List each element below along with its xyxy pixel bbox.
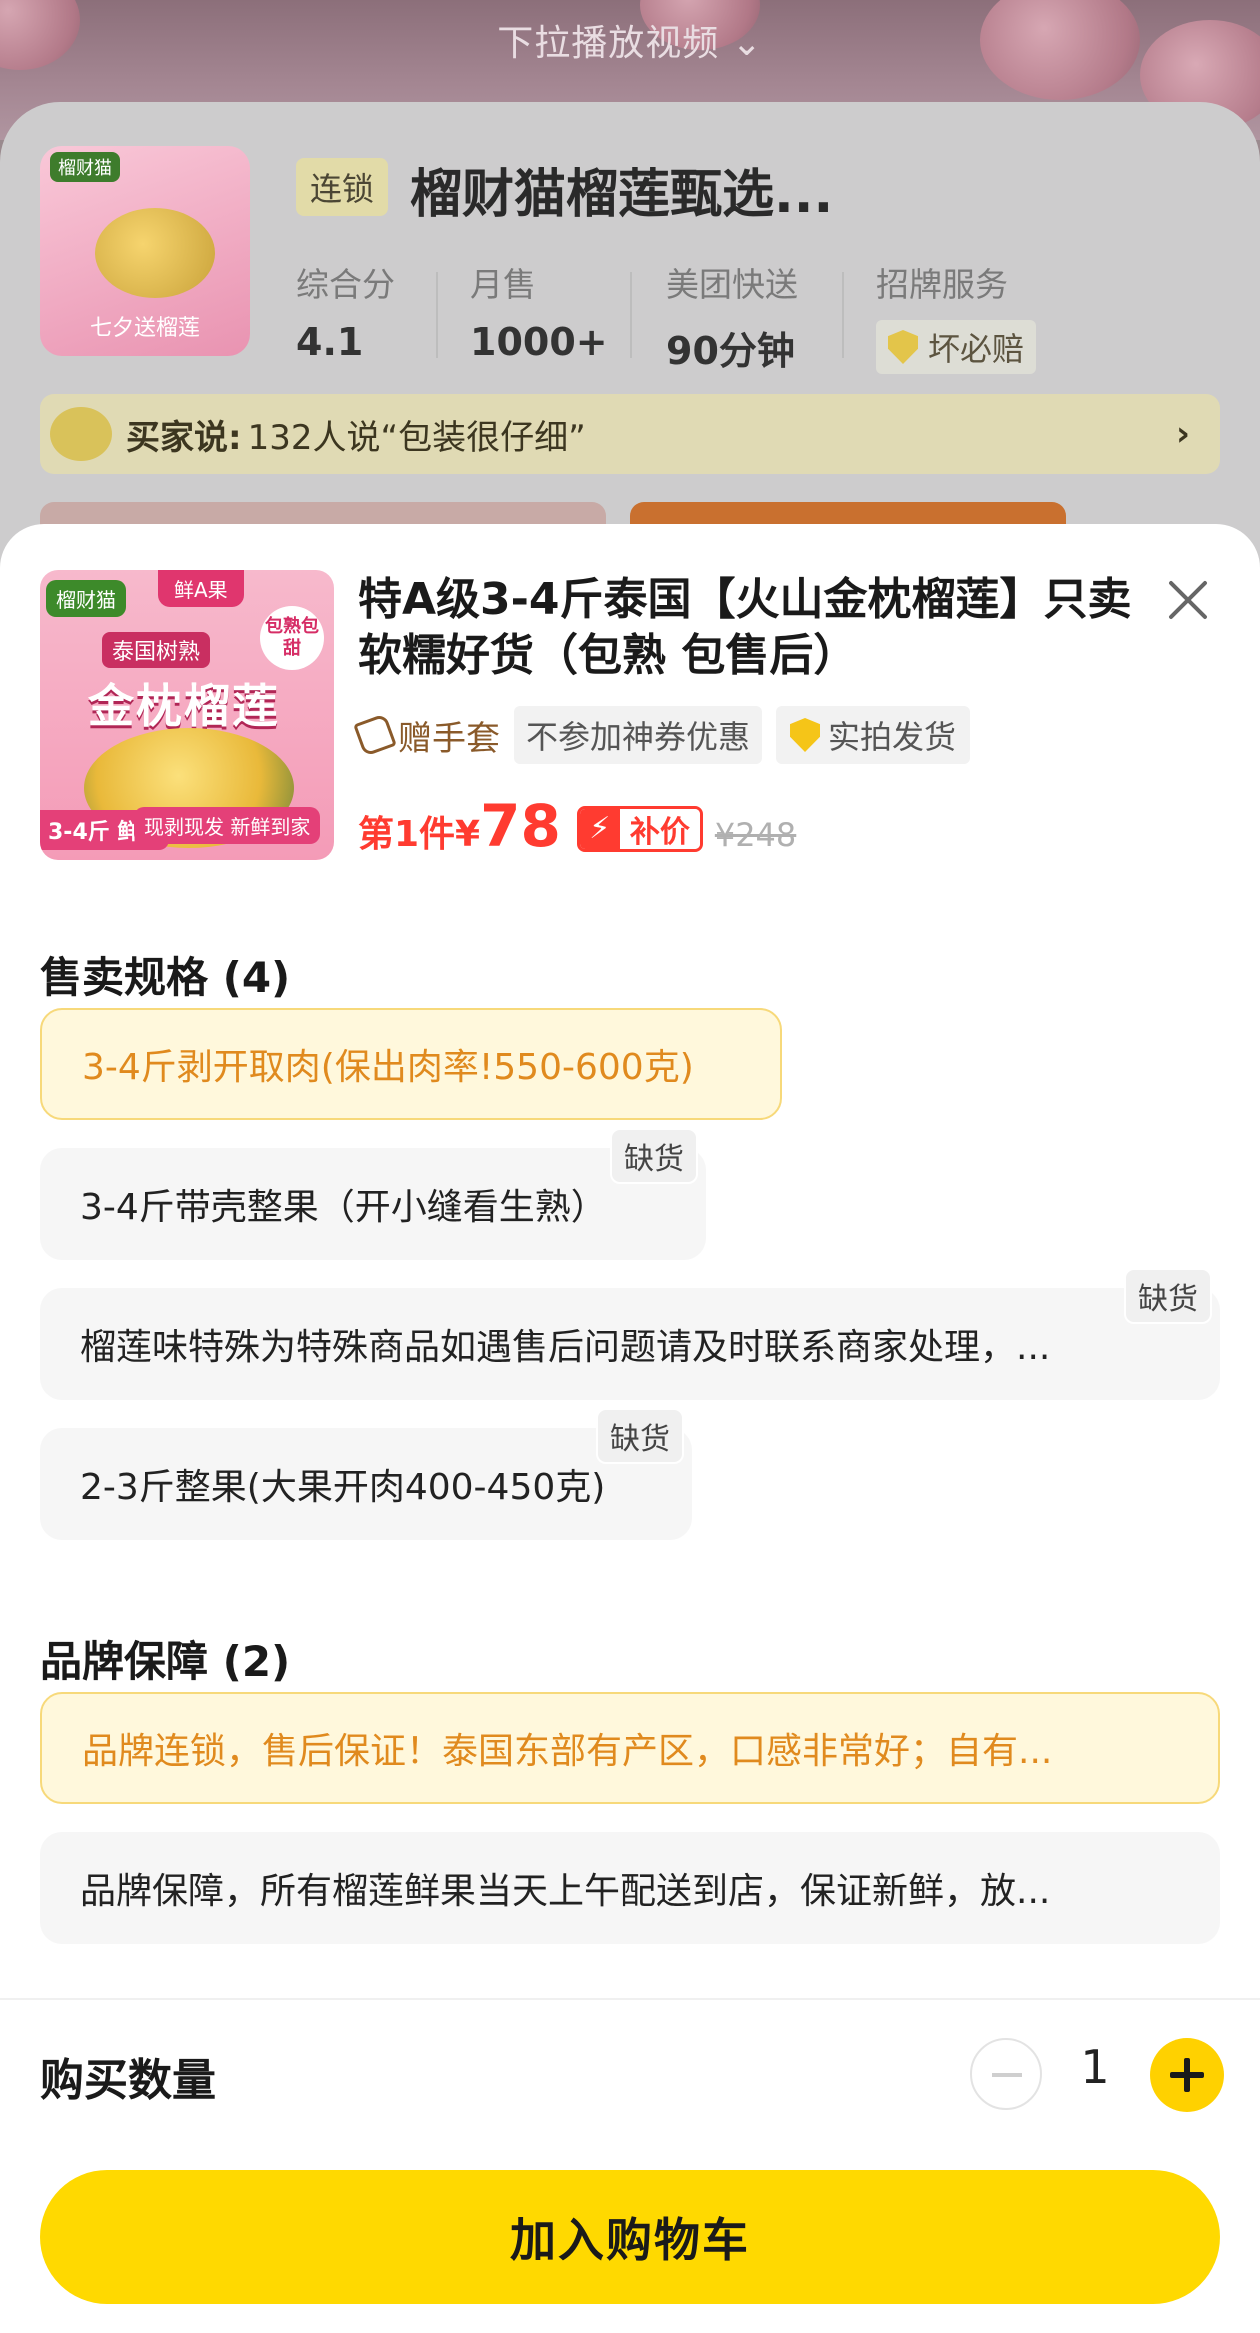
stat-label: 招牌服务 — [876, 265, 1008, 304]
store-logo[interactable]: 榴财猫 七夕送榴莲 — [40, 146, 250, 356]
spec-option-label: 榴莲味特殊为特殊商品如遇售后问题请及时联系商家处理，... — [80, 1327, 1051, 1368]
logo-brand: 榴财猫 — [50, 152, 120, 182]
spec-selection-sheet: 榴财猫 鲜A果 泰国树熟 包熟包甜 金枕榴莲 3-4斤 鲜果 现剥现发 新鲜到家… — [0, 524, 1260, 2333]
image-subtitle: 泰国树熟 — [102, 632, 211, 668]
spec-option[interactable]: 3-4斤带壳整果（开小缝看生熟） 缺货 — [40, 1128, 706, 1260]
spec-option[interactable]: 榴莲味特殊为特殊商品如遇售后问题请及时联系商家处理，... 缺货 — [40, 1268, 1220, 1400]
review-text: 132人说“包装很仔细” — [247, 417, 586, 458]
store-name[interactable]: 榴财猫榴莲甄选... — [410, 152, 833, 227]
durian-image — [95, 208, 215, 298]
quantity-decrement-button[interactable] — [970, 2038, 1042, 2110]
chevron-right-icon: › — [1175, 414, 1190, 454]
spec-option-label: 2-3斤整果(大果开肉400-450克) — [80, 1467, 606, 1508]
image-title: 金枕榴莲 — [88, 679, 280, 733]
price-value: 78 — [480, 792, 561, 860]
brand-option[interactable]: 品牌连锁，售后保证！泰国东部有产区，口感非常好；自有... — [40, 1692, 1220, 1804]
spec-section-title: 售卖规格 (4) — [40, 953, 291, 1002]
stat-label: 月售 — [470, 265, 536, 304]
gift-label: 赠手套 — [398, 718, 500, 759]
image-cooked-badge: 包熟包甜 — [260, 606, 324, 670]
quantity-label: 购买数量 — [40, 2055, 216, 2106]
logo-caption: 七夕送榴莲 — [89, 316, 200, 341]
product-image[interactable]: 榴财猫 鲜A果 泰国树熟 包熟包甜 金枕榴莲 3-4斤 鲜果 现剥现发 新鲜到家 — [40, 570, 334, 860]
divider — [0, 1998, 1260, 2000]
product-title: 特A级3-4斤泰国【火山金枕榴莲】只卖软糯好货（包熟 包售后） — [358, 574, 1132, 681]
stat-label: 美团快送 — [666, 265, 798, 304]
guarantee-label: 坏必赔 — [928, 330, 1025, 368]
image-slogan: 现剥现发 新鲜到家 — [134, 807, 321, 844]
image-grade: 鲜A果 — [158, 570, 244, 607]
stat-label: 综合分 — [296, 265, 395, 304]
real-photo-label: 实拍发货 — [828, 718, 957, 756]
quantity-value[interactable]: 1 — [1060, 2040, 1130, 2094]
stat-rating: 综合分 4.1 — [296, 258, 395, 364]
stat-divider — [630, 272, 632, 358]
out-of-stock-badge: 缺货 — [1124, 1268, 1212, 1324]
stat-value: 4.1 — [296, 320, 364, 364]
real-photo-tag: 实拍发货 — [776, 706, 971, 764]
bad-fruit-guarantee-badge: 坏必赔 — [876, 320, 1037, 374]
original-price: ¥248 — [714, 816, 797, 854]
pull-to-play-hint[interactable]: 下拉播放视频 ⌄ — [0, 14, 1260, 66]
brand-option[interactable]: 品牌保障，所有榴莲鲜果当天上午配送到店，保证新鲜，放... — [40, 1832, 1220, 1944]
subsidy-label: 补价 — [619, 808, 700, 849]
subsidy-badge: ⚡ 补价 — [576, 805, 703, 852]
stat-monthly-sales: 月售 1000+ — [470, 258, 608, 364]
out-of-stock-badge: 缺货 — [610, 1128, 698, 1184]
brand-section-title: 品牌保障 (2) — [40, 1637, 291, 1686]
stat-divider — [436, 272, 438, 358]
close-icon[interactable] — [1160, 572, 1216, 628]
stat-delivery: 美团快送 90分钟 — [666, 258, 798, 375]
price-row: 第1件¥ 78 ⚡ 补价 ¥248 — [358, 792, 796, 860]
stat-value: 90分钟 — [666, 329, 795, 373]
guarantee-wrapper: 坏必赔 — [876, 320, 1037, 374]
add-to-cart-button[interactable]: 加入购物车 — [40, 2170, 1220, 2304]
image-brand: 榴财猫 — [46, 580, 126, 617]
quantity-increment-button[interactable] — [1150, 2038, 1224, 2112]
chain-tag: 连锁 — [296, 158, 389, 216]
no-coupon-tag: 不参加神券优惠 — [514, 706, 763, 764]
brand-option-label: 品牌连锁，售后保证！泰国东部有产区，口感非常好；自有... — [82, 1731, 1053, 1772]
glove-icon — [353, 713, 397, 757]
out-of-stock-badge: 缺货 — [596, 1408, 684, 1464]
spec-option[interactable]: 3-4斤剥开取肉(保出肉率!550-600克) — [40, 1008, 782, 1120]
buyer-review-bar[interactable]: 买家说: 132人说“包装很仔细” › — [40, 394, 1220, 474]
price-prefix: 第1件¥ — [358, 814, 481, 855]
brand-option-label: 品牌保障，所有榴莲鲜果当天上午配送到店，保证新鲜，放... — [80, 1871, 1051, 1912]
mascot-icon — [50, 407, 112, 461]
stat-value: 1000+ — [470, 320, 608, 364]
spec-option[interactable]: 2-3斤整果(大果开肉400-450克) 缺货 — [40, 1408, 692, 1540]
spec-option-label: 3-4斤剥开取肉(保出肉率!550-600克) — [82, 1047, 694, 1088]
spec-option-label: 3-4斤带壳整果（开小缝看生熟） — [80, 1187, 607, 1228]
stat-signature-service[interactable]: 招牌服务 坏必赔 — [876, 258, 1037, 374]
shield-icon — [888, 330, 918, 364]
stat-divider — [842, 272, 844, 358]
gift-tag: 赠手套 — [353, 711, 500, 760]
product-tags: 赠手套 不参加神券优惠 实拍发货 — [353, 706, 971, 764]
review-label: 买家说: — [126, 417, 242, 458]
lightning-icon: ⚡ — [579, 808, 620, 849]
shield-check-icon — [790, 718, 821, 752]
